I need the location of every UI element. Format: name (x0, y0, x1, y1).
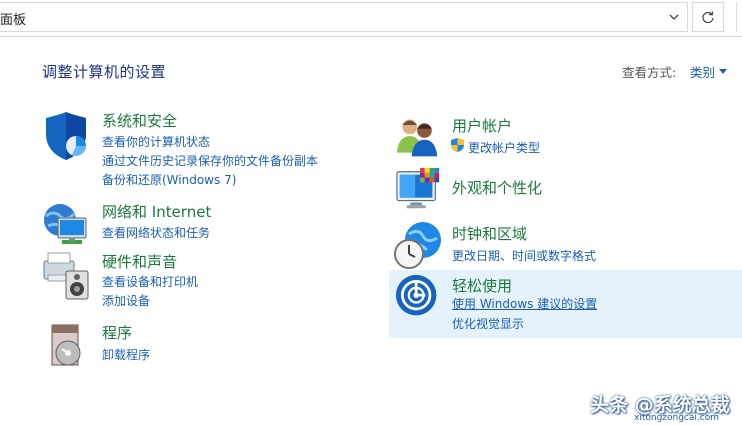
category-title-hardware-sound[interactable]: 硬件和声音 (102, 251, 177, 272)
link-optimize-visual-display[interactable]: 优化视觉显示 (452, 315, 524, 332)
watermark-subtext: xitongzongcai.com (634, 413, 719, 423)
chevron-down-icon[interactable] (667, 9, 681, 25)
view-by-value[interactable]: 类别 (690, 62, 715, 81)
link-uninstall-program[interactable]: 卸载程序 (102, 346, 150, 363)
address-bar: 面板 (0, 0, 742, 37)
category-title-programs[interactable]: 程序 (102, 322, 132, 343)
refresh-icon (702, 11, 714, 24)
link-file-history-backup[interactable]: 通过文件历史记录保存你的文件备份副本 (102, 152, 318, 169)
category-title-appearance[interactable]: 外观和个性化 (452, 177, 542, 198)
address-field[interactable]: 面板 (0, 2, 688, 32)
category-title-clock-region[interactable]: 时钟和区域 (452, 223, 527, 244)
link-view-network-status[interactable]: 查看网络状态和任务 (102, 224, 210, 241)
link-change-date-time-format[interactable]: 更改日期、时间或数字格式 (452, 247, 596, 264)
link-add-device[interactable]: 添加设备 (102, 292, 150, 309)
view-by-label: 查看方式: (622, 65, 677, 80)
shield-icon[interactable] (42, 112, 92, 162)
category-title-system-security[interactable]: 系统和安全 (102, 110, 177, 131)
link-backup-restore[interactable]: 备份和还原(Windows 7) (102, 171, 236, 188)
category-title-user-accounts[interactable]: 用户帐户 (452, 115, 512, 136)
clock-globe-icon[interactable] (393, 220, 443, 270)
watermark: 头条 @系统总裁 xitongzongcai.com (590, 384, 740, 426)
users-icon[interactable] (395, 114, 441, 160)
refresh-button[interactable] (692, 2, 724, 32)
search-box-edge[interactable] (736, 2, 742, 32)
category-title-network-internet[interactable]: 网络和 Internet (102, 201, 211, 222)
page-title: 调整计算机的设置 (42, 63, 167, 81)
network-globe-icon[interactable] (42, 200, 92, 250)
ease-of-access-icon[interactable] (395, 274, 441, 320)
address-path[interactable]: 面板 (0, 9, 26, 28)
display-palette-icon[interactable] (395, 166, 443, 214)
link-change-account-type[interactable]: 更改帐户类型 (468, 139, 540, 156)
link-view-devices-printers[interactable]: 查看设备和打印机 (102, 273, 198, 290)
uac-shield-icon (451, 138, 464, 152)
view-by-dropdown[interactable]: 类别 (690, 62, 728, 81)
programs-disk-icon[interactable] (42, 321, 92, 371)
link-use-recommended-settings[interactable]: 使用 Windows 建议的设置 (452, 295, 597, 312)
caret-down-icon[interactable] (719, 69, 728, 74)
link-view-computer-status[interactable]: 查看你的计算机状态 (102, 133, 210, 150)
category-title-ease-of-access[interactable]: 轻松使用 (452, 275, 512, 296)
printer-speaker-icon[interactable] (42, 251, 92, 301)
